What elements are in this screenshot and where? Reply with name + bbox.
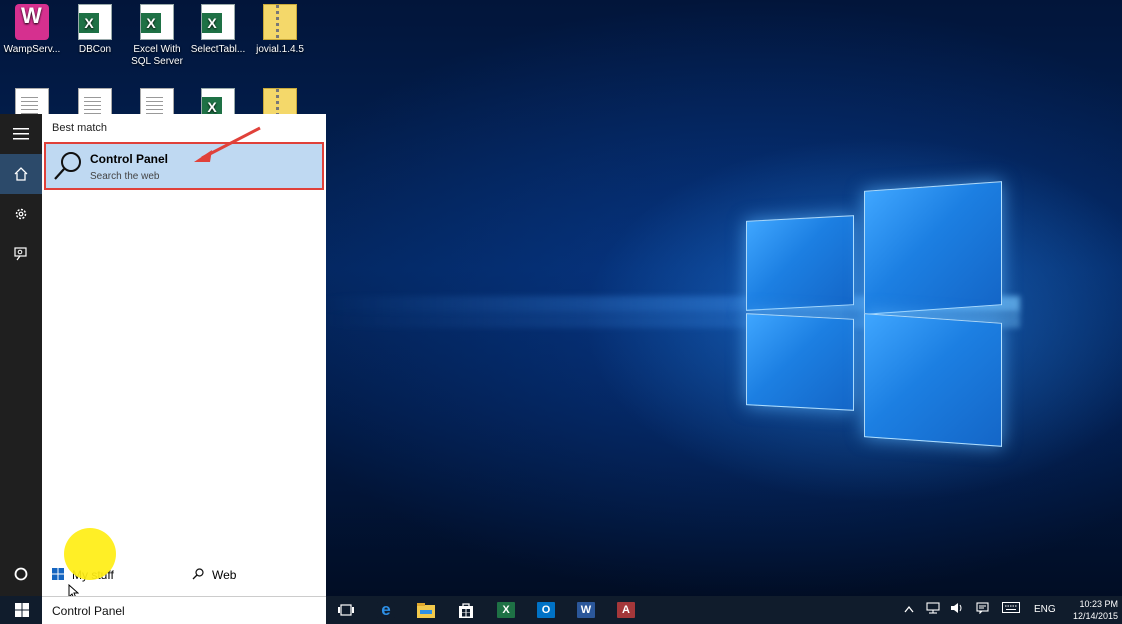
excel-button[interactable]: X [486, 598, 526, 622]
desktop-icon-wampserver[interactable]: WampServ... [0, 4, 64, 56]
settings-icon [15, 208, 27, 220]
outlook-icon: O [537, 602, 555, 618]
cursor-highlight [64, 528, 116, 580]
file-explorer-button[interactable] [406, 598, 446, 622]
web-button[interactable]: Web [192, 568, 236, 582]
search-icon [192, 568, 204, 580]
notification-icon [976, 602, 989, 615]
logo-pane [746, 215, 854, 311]
home-icon [14, 166, 28, 181]
clock[interactable]: 10:23 PM 12/14/2015 [1073, 598, 1118, 622]
cortana-icon [14, 567, 28, 581]
search-results-panel: Best match Control Panel Search the web … [42, 114, 326, 596]
desktop-icon-label: jovial.1.4.5 [256, 44, 304, 55]
start-menu-rail [0, 114, 42, 596]
show-hidden-icons-button[interactable] [904, 602, 914, 616]
home-button[interactable] [0, 154, 42, 194]
windows-logo-icon [15, 603, 29, 617]
desktop-icon-label: WampServ... [3, 44, 61, 55]
web-label: Web [212, 568, 237, 582]
desktop-icon-jovial[interactable]: jovial.1.4.5 [248, 4, 312, 56]
hamburger-icon [13, 127, 29, 140]
excel-icon: X [497, 602, 515, 618]
desktop-icon-excel-with-sql[interactable]: Excel With SQL Server [125, 4, 189, 68]
file-explorer-icon [417, 602, 435, 618]
task-view-button[interactable] [326, 598, 366, 622]
excel-file-icon [140, 4, 174, 40]
desktop-icon-label: Excel With SQL Server [131, 44, 183, 67]
network-icon [926, 602, 940, 614]
result-subtitle: Search the web [90, 171, 160, 182]
windows-logo-icon [52, 568, 64, 580]
edge-button[interactable]: e [366, 598, 406, 622]
logo-pane [864, 313, 1002, 447]
search-icon [54, 152, 81, 180]
desktop-icon-dbcon[interactable]: DBCon [63, 4, 127, 56]
search-query-text: Control Panel [52, 604, 125, 618]
logo-pane [746, 313, 854, 411]
action-center-button[interactable] [976, 602, 989, 617]
start-button[interactable] [0, 596, 42, 624]
access-button[interactable]: A [606, 598, 646, 622]
annotation-arrow [194, 126, 261, 162]
desktop-icon-label: DBCon [78, 44, 112, 55]
clock-date: 12/14/2015 [1072, 611, 1118, 621]
keyboard-button[interactable] [1002, 602, 1020, 616]
chevron-up-icon [904, 605, 914, 613]
word-button[interactable]: W [566, 598, 606, 622]
edge-icon: e [377, 601, 395, 618]
best-match-heading: Best match [52, 122, 108, 134]
language-indicator[interactable]: ENG [1034, 604, 1056, 615]
desktop-icon-selecttable[interactable]: SelectTabl... [186, 4, 250, 56]
result-title: Control Panel [90, 152, 169, 166]
access-icon: A [617, 602, 635, 618]
excel-file-icon [201, 4, 235, 40]
store-icon [459, 603, 473, 618]
clock-time: 10:23 PM [1079, 599, 1118, 609]
excel-file-icon [78, 4, 112, 40]
logo-pane [864, 181, 1002, 315]
feedback-icon [14, 247, 27, 261]
cortana-button[interactable] [0, 554, 42, 594]
desktop-icon-label: SelectTabl... [190, 44, 246, 55]
task-view-icon [338, 604, 354, 616]
volume-button[interactable] [950, 602, 964, 617]
store-button[interactable] [446, 598, 486, 622]
word-icon: W [577, 602, 595, 618]
hamburger-menu-button[interactable] [0, 114, 42, 154]
keyboard-icon [1002, 602, 1020, 613]
taskbar-search-box[interactable]: Control Panel [42, 596, 326, 624]
settings-button[interactable] [0, 194, 42, 234]
outlook-button[interactable]: O [526, 598, 566, 622]
volume-icon [951, 603, 962, 613]
zip-folder-icon [263, 4, 297, 40]
system-tray: ENG 10:23 PM 12/14/2015 [892, 596, 1122, 624]
taskbar: Control Panel e X O W A ENG 10:23 PM 12/… [0, 596, 1122, 624]
feedback-button[interactable] [0, 234, 42, 274]
wampserver-icon [15, 4, 49, 40]
network-button[interactable] [926, 602, 940, 617]
